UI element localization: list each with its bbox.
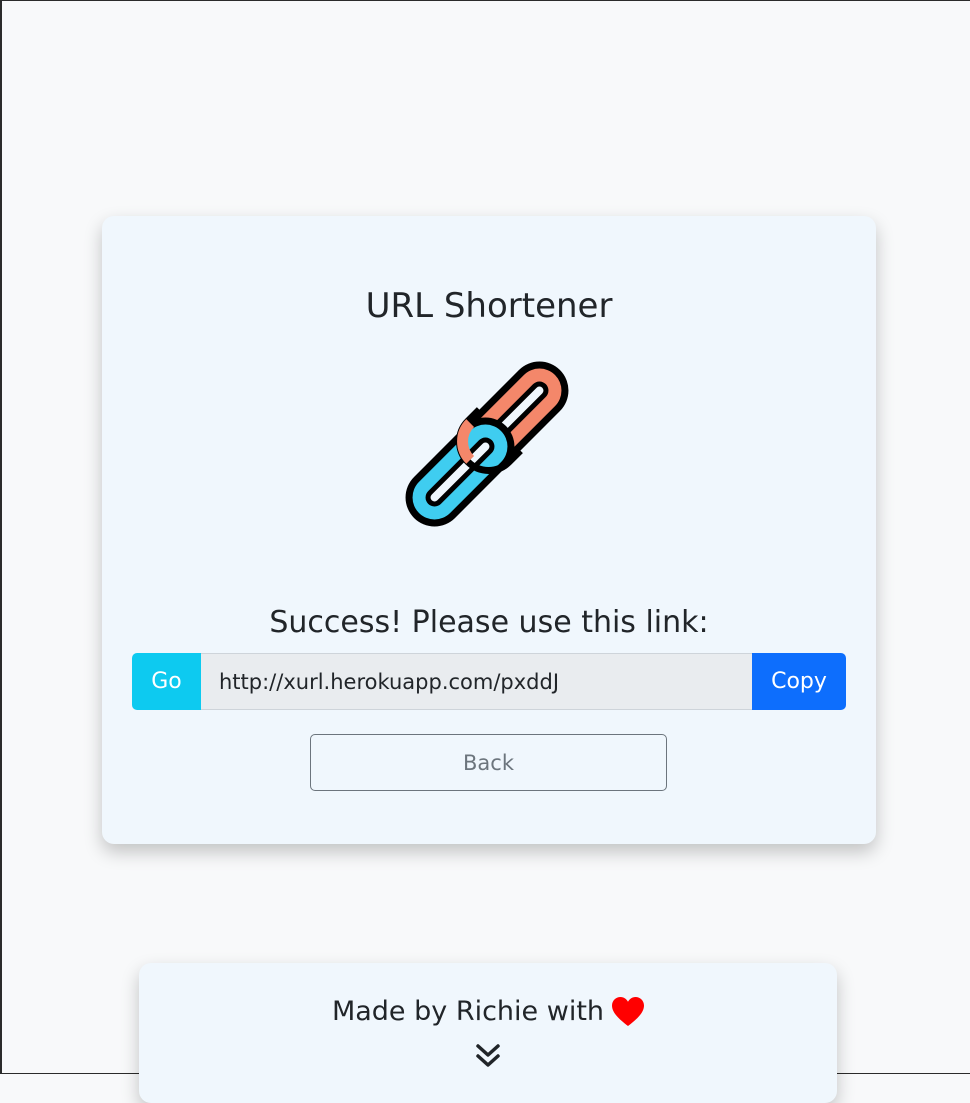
short-link-input-group: Go Copy	[132, 653, 846, 710]
back-button[interactable]: Back	[310, 734, 667, 791]
footer-credit: Made by Richie with	[139, 993, 837, 1031]
made-by-text: Made by Richie with	[331, 996, 605, 1027]
shortener-card: URL Shortener Success! Please use this l…	[102, 216, 876, 844]
success-message: Success! Please use this link:	[269, 605, 709, 640]
chain-link-icon	[405, 361, 569, 527]
page-title: URL Shortener	[365, 286, 613, 326]
copy-button[interactable]: Copy	[752, 653, 846, 710]
heart-icon	[612, 997, 645, 1026]
go-button[interactable]: Go	[132, 653, 201, 710]
short-link-field[interactable]	[201, 653, 752, 710]
footer-card: Made by Richie with	[139, 963, 837, 1103]
chevrons-down-icon[interactable]	[475, 1043, 501, 1069]
